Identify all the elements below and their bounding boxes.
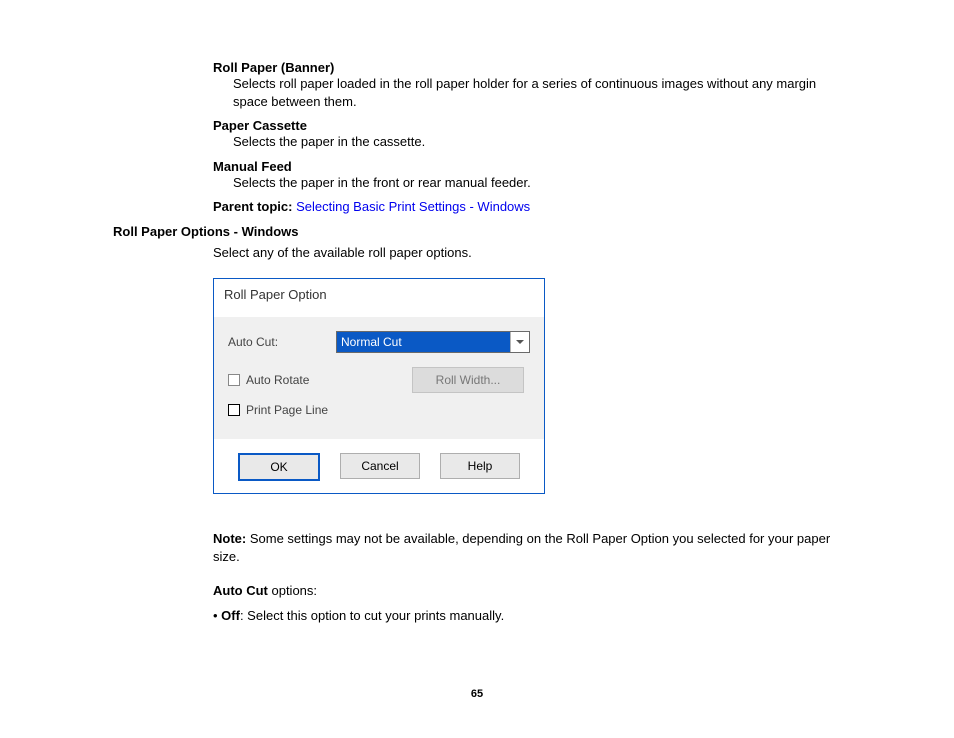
- dialog-title: Roll Paper Option: [214, 279, 544, 317]
- note-text: Some settings may not be available, depe…: [213, 531, 830, 564]
- help-button[interactable]: Help: [440, 453, 520, 479]
- parent-topic: Parent topic: Selecting Basic Print Sett…: [113, 199, 839, 214]
- print-page-line-checkbox[interactable]: [228, 404, 240, 416]
- roll-paper-option-dialog: Roll Paper Option Auto Cut: Normal Cut A…: [213, 278, 545, 494]
- manual-feed-desc: Selects the paper in the front or rear m…: [113, 174, 839, 192]
- parent-topic-label: Parent topic:: [213, 199, 296, 214]
- auto-cut-value: Normal Cut: [337, 332, 510, 352]
- bullet-off-label: Off: [221, 608, 240, 623]
- roll-paper-banner-title: Roll Paper (Banner): [113, 60, 839, 75]
- auto-cut-select[interactable]: Normal Cut: [336, 331, 530, 353]
- section-heading: Roll Paper Options - Windows: [113, 224, 839, 239]
- auto-cut-options-line: Auto Cut options:: [113, 583, 839, 598]
- manual-feed-title: Manual Feed: [113, 159, 839, 174]
- auto-rotate-label: Auto Rotate: [246, 373, 309, 387]
- roll-width-button[interactable]: Roll Width...: [412, 367, 524, 393]
- paper-cassette-desc: Selects the paper in the cassette.: [113, 133, 839, 151]
- ok-button[interactable]: OK: [238, 453, 320, 481]
- section-intro: Select any of the available roll paper o…: [113, 245, 839, 260]
- note-label: Note:: [213, 531, 250, 546]
- cancel-button[interactable]: Cancel: [340, 453, 420, 479]
- print-page-line-label: Print Page Line: [246, 403, 328, 417]
- bullet-off-text: : Select this option to cut your prints …: [240, 608, 504, 623]
- chevron-down-icon: [516, 340, 524, 344]
- bullet-prefix: •: [213, 608, 221, 623]
- auto-cut-options-suffix: options:: [268, 583, 317, 598]
- page-number: 65: [0, 688, 954, 700]
- paper-cassette-title: Paper Cassette: [113, 118, 839, 133]
- auto-cut-options-label: Auto Cut: [213, 583, 268, 598]
- auto-rotate-checkbox[interactable]: [228, 374, 240, 386]
- auto-cut-label: Auto Cut:: [228, 335, 336, 349]
- roll-paper-banner-desc: Selects roll paper loaded in the roll pa…: [113, 75, 839, 110]
- auto-cut-dropdown-button[interactable]: [510, 332, 529, 352]
- note: Note: Some settings may not be available…: [113, 530, 839, 565]
- bullet-off: • Off: Select this option to cut your pr…: [113, 608, 839, 623]
- parent-topic-link[interactable]: Selecting Basic Print Settings - Windows: [296, 199, 530, 214]
